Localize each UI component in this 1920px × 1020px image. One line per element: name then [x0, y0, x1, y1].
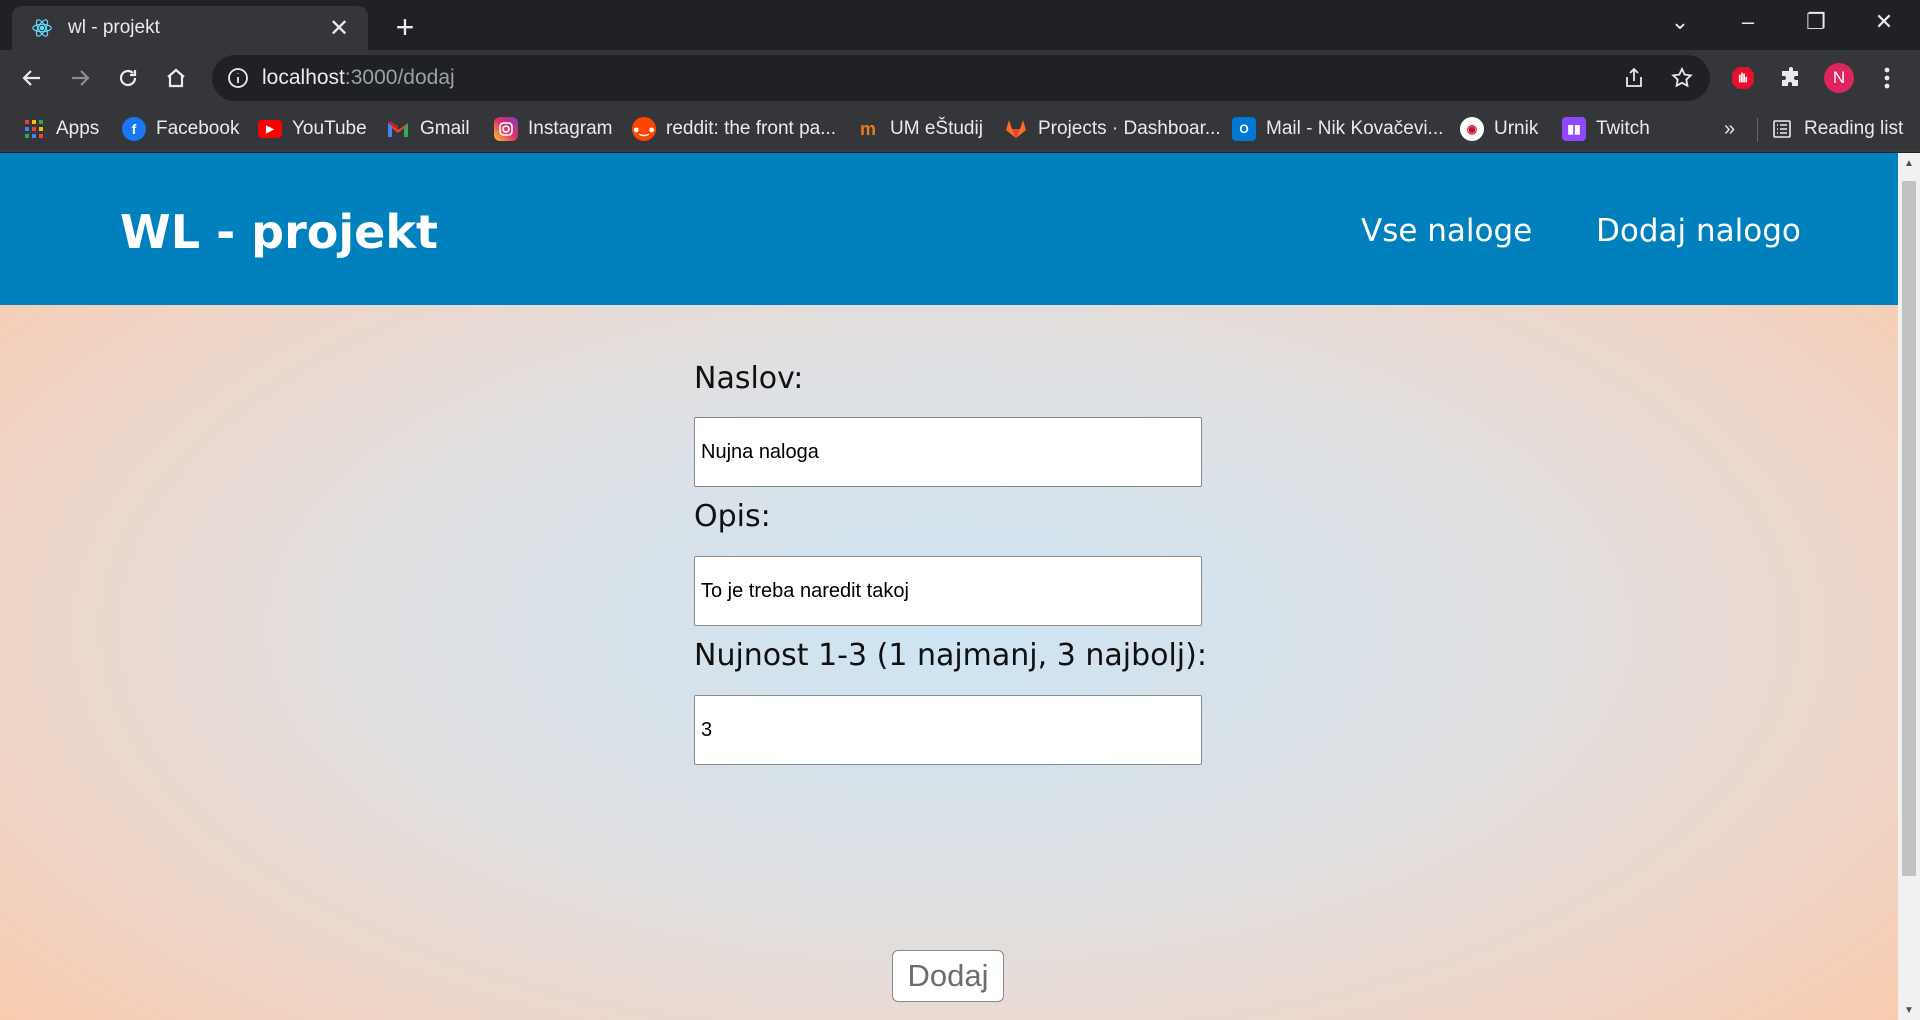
facebook-icon: f: [122, 117, 146, 141]
tab-strip: wl - projekt ✕ + ⌄ – ❐ ✕: [0, 0, 1920, 50]
back-icon[interactable]: [10, 56, 54, 100]
profile-avatar[interactable]: N: [1821, 60, 1857, 96]
description-label: Opis:: [694, 499, 771, 534]
bookmark-label: Twitch: [1596, 118, 1650, 139]
bookmark-gmail[interactable]: Gmail: [386, 114, 470, 144]
bookmark-outlook[interactable]: O Mail - Nik Kovačevi...: [1232, 114, 1443, 144]
gitlab-icon: [1004, 117, 1028, 141]
site-header: WL - projekt Vse naloge Dodaj nalogo: [0, 153, 1898, 305]
scroll-down-icon[interactable]: ▼: [1898, 1000, 1920, 1020]
bookmark-um-estudij[interactable]: m UM eŠtudij: [856, 114, 983, 144]
profile-initial: N: [1824, 63, 1854, 93]
youtube-icon: ▶: [258, 120, 282, 138]
browser-tab[interactable]: wl - projekt ✕: [12, 6, 368, 50]
bookmarks-divider: [1757, 118, 1758, 142]
address-bar[interactable]: localhost:3000/dodaj: [212, 55, 1710, 101]
url-text[interactable]: localhost:3000/dodaj: [262, 66, 455, 90]
tab-close-icon[interactable]: ✕: [324, 13, 354, 43]
description-input[interactable]: [694, 556, 1202, 626]
scroll-up-icon[interactable]: ▲: [1898, 153, 1920, 173]
urnik-icon: ◉: [1460, 117, 1484, 141]
menu-kebab-icon[interactable]: [1869, 60, 1905, 96]
reading-list-icon: [1770, 117, 1794, 141]
bookmark-label: Gmail: [420, 118, 470, 139]
scroll-thumb[interactable]: [1902, 181, 1916, 876]
bookmarks-overflow-button[interactable]: »: [1724, 114, 1735, 144]
bookmark-label: Projects · Dashboar...: [1038, 118, 1221, 139]
bookmark-gitlab[interactable]: Projects · Dashboar...: [1004, 114, 1221, 144]
browser-toolbar: localhost:3000/dodaj N: [0, 50, 1920, 106]
url-path: :3000/dodaj: [344, 66, 455, 89]
bookmark-facebook[interactable]: f Facebook: [122, 114, 239, 144]
page-viewport: WL - projekt Vse naloge Dodaj nalogo Nas…: [0, 153, 1898, 1020]
window-close-icon[interactable]: ✕: [1850, 0, 1918, 44]
title-label: Naslov:: [694, 361, 804, 396]
bookmark-label: Urnik: [1494, 118, 1539, 139]
title-input[interactable]: [694, 417, 1202, 487]
reading-list-label: Reading list: [1804, 118, 1904, 139]
bookmark-apps[interactable]: Apps: [22, 114, 99, 144]
reload-icon[interactable]: [106, 56, 150, 100]
bookmark-twitch[interactable]: ▮▮ Twitch: [1562, 114, 1650, 144]
new-tab-button[interactable]: +: [388, 9, 422, 45]
bookmark-reddit[interactable]: ●‿● reddit: the front pa...: [632, 114, 836, 144]
extensions-puzzle-icon[interactable]: [1773, 60, 1809, 96]
minimize-icon[interactable]: –: [1714, 0, 1782, 44]
react-favicon-icon: [30, 16, 54, 40]
bookmark-instagram[interactable]: Instagram: [494, 114, 612, 144]
page-scrollbar[interactable]: ▲ ▼: [1898, 153, 1920, 1020]
bookmark-label: Facebook: [156, 118, 240, 139]
bookmark-urnik[interactable]: ◉ Urnik: [1460, 114, 1538, 144]
apps-grid-icon: [22, 117, 46, 141]
bookmark-label: Apps: [56, 118, 100, 139]
reading-list-button[interactable]: Reading list: [1770, 114, 1903, 144]
twitch-icon: ▮▮: [1562, 117, 1586, 141]
tab-title: wl - projekt: [68, 17, 160, 38]
site-brand[interactable]: WL - projekt: [120, 205, 438, 259]
reddit-icon: ●‿●: [632, 117, 656, 141]
restore-icon[interactable]: ❐: [1782, 0, 1850, 44]
site-info-icon[interactable]: [226, 66, 250, 90]
bookmark-label: Instagram: [528, 118, 613, 139]
priority-input[interactable]: [694, 695, 1202, 765]
outlook-icon: O: [1232, 117, 1256, 141]
bookmark-label: YouTube: [292, 118, 367, 139]
priority-label: Nujnost 1-3 (1 najmanj, 3 najbolj):: [694, 638, 1207, 673]
gmail-icon: [386, 117, 410, 141]
nav-vse-naloge[interactable]: Vse naloge: [1361, 213, 1532, 249]
adblock-extension-icon[interactable]: [1725, 60, 1761, 96]
tab-search-icon[interactable]: ⌄: [1646, 0, 1714, 44]
bookmark-star-icon[interactable]: [1670, 66, 1694, 90]
home-icon[interactable]: [154, 56, 198, 100]
bookmark-label: Mail - Nik Kovačevi...: [1266, 118, 1444, 139]
bookmarks-bar: Apps f Facebook ▶ YouTube Gmail Instagra…: [0, 106, 1920, 152]
instagram-icon: [494, 117, 518, 141]
bookmark-label: UM eŠtudij: [890, 118, 983, 139]
um-icon: m: [859, 118, 876, 139]
nav-dodaj-nalogo[interactable]: Dodaj nalogo: [1596, 213, 1801, 249]
url-host: localhost: [262, 66, 345, 89]
bookmark-youtube[interactable]: ▶ YouTube: [258, 114, 367, 144]
forward-icon[interactable]: [58, 56, 102, 100]
add-button[interactable]: Dodaj: [892, 950, 1004, 1002]
share-icon[interactable]: [1622, 66, 1646, 90]
bookmark-label: reddit: the front pa...: [666, 118, 837, 139]
